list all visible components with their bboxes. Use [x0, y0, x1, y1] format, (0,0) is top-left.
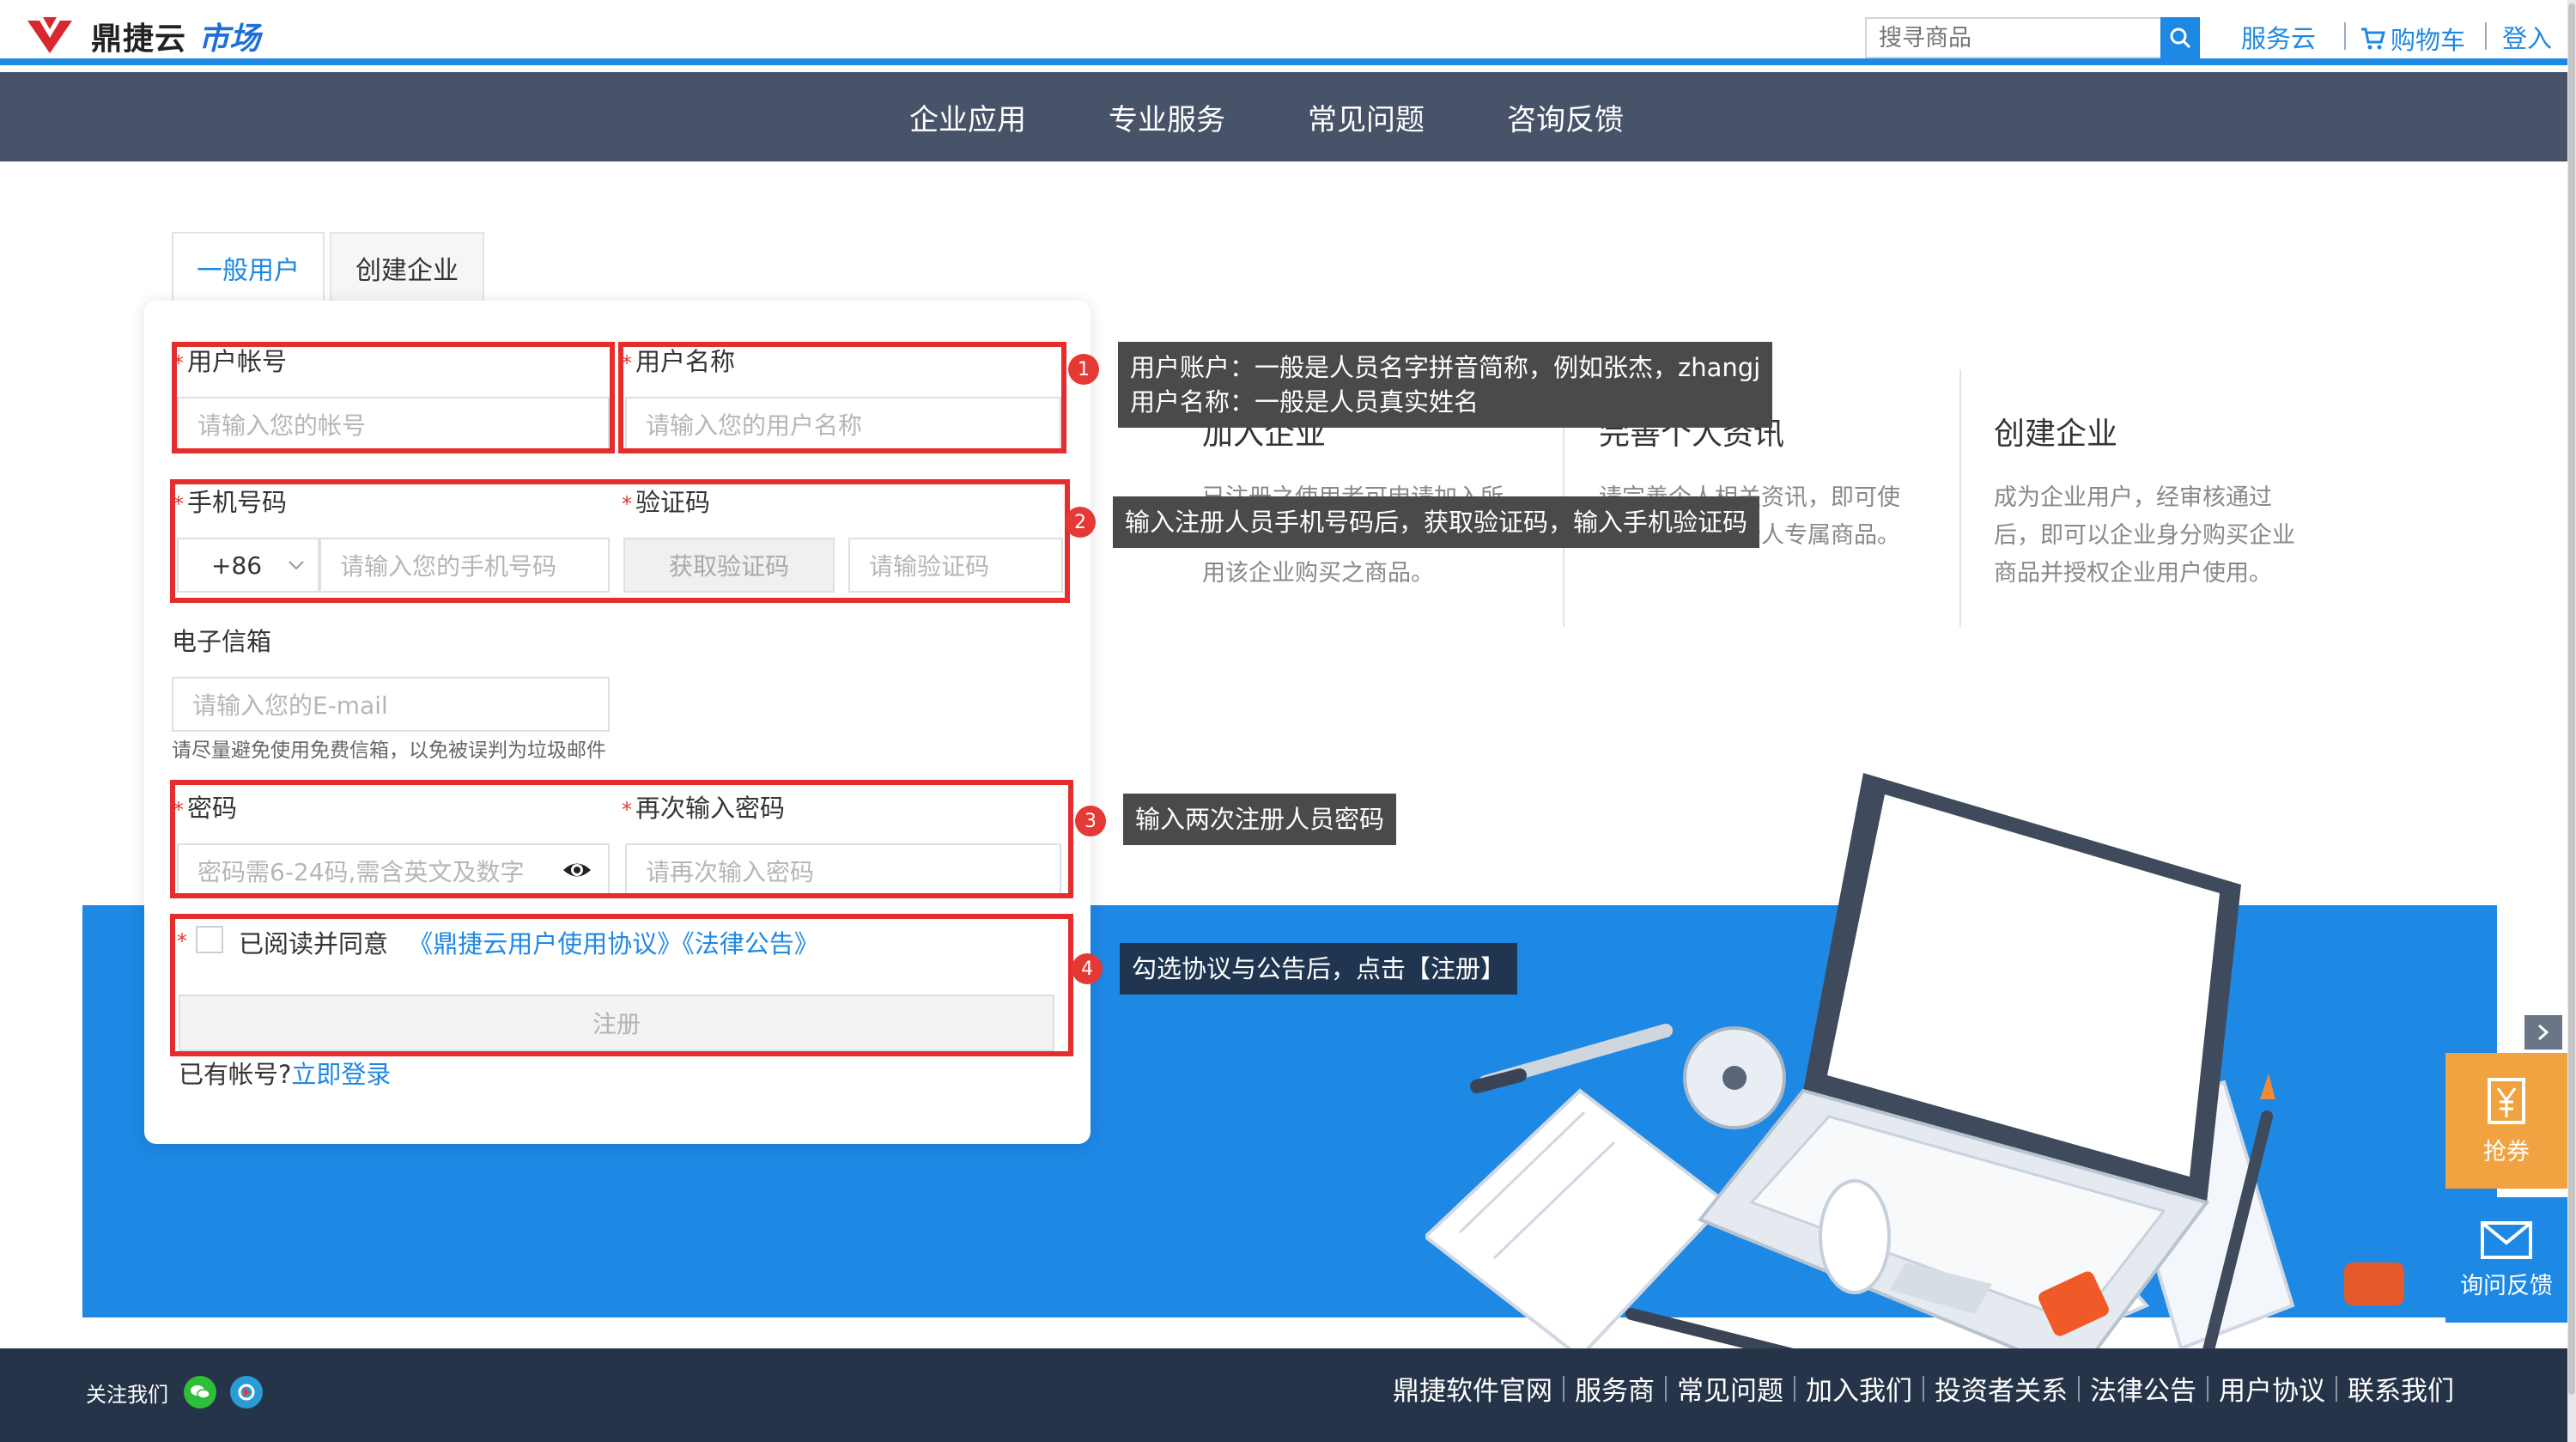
annotation-number: 1 [1068, 354, 1099, 385]
side-collapse-button[interactable] [2524, 1015, 2562, 1050]
login-now-link[interactable]: 立即登录 [291, 1060, 391, 1089]
wechat-glyph [191, 1385, 210, 1399]
logo-icon [27, 17, 72, 53]
coupon-icon [2488, 1077, 2525, 1124]
nav-item-enterprise-apps[interactable]: 企业应用 [909, 96, 1026, 138]
footer-link[interactable]: 服务商 [1564, 1369, 1665, 1408]
email-label: 电子信箱 [172, 627, 272, 656]
footer-link[interactable]: 联系我们 [2337, 1369, 2464, 1408]
weibo-icon[interactable] [230, 1376, 263, 1409]
nav-item-professional-services[interactable]: 专业服务 [1109, 96, 1225, 138]
tab-general-user[interactable]: 一般用户 [172, 232, 325, 302]
search-input[interactable] [1867, 19, 2160, 57]
highlight-box-1b [618, 342, 1066, 453]
cart-icon [2361, 27, 2385, 50]
logo[interactable]: 鼎捷云 市场 [26, 14, 260, 58]
footer-links: 鼎捷软件官网 服务商 常见问题 加入我们 投资者关系 法律公告 用户协议 联系我… [1382, 1369, 2464, 1408]
have-account-text: 已有帐号?立即登录 [179, 1060, 392, 1089]
highlight-box-3 [170, 780, 1073, 898]
chevron-right-icon [2538, 1024, 2549, 1041]
main-nav: 企业应用 专业服务 常见问题 咨询反馈 [0, 72, 2567, 161]
laptop-illustration [1425, 773, 2404, 1374]
footer-link[interactable]: 鼎捷软件官网 [1382, 1369, 1563, 1408]
footer-link[interactable]: 法律公告 [2080, 1369, 2207, 1408]
annotation-tip-4: 勾选协议与公告后，点击【注册】 [1120, 943, 1518, 995]
footer-link[interactable]: 投资者关系 [1924, 1369, 2078, 1408]
annotation-number: 4 [1072, 953, 1103, 984]
email-hint: 请尽量避免使用免费信箱，以免被误判为垃圾邮件 [172, 739, 606, 762]
annotation-tip-1: 用户账户：一般是人员名字拼音简称，例如张杰，zhangj 用户名称：一般是人员真实… [1118, 342, 1773, 428]
highlight-box-1a [172, 342, 615, 453]
follow-us-label: 关注我们 [86, 1383, 168, 1407]
annotation-tip-2: 输入注册人员手机号码后，获取验证码，输入手机验证码 [1113, 496, 1760, 548]
wechat-icon[interactable] [184, 1376, 216, 1409]
annotation-number: 3 [1075, 806, 1106, 837]
annotation-number: 2 [1065, 507, 1096, 538]
search-button[interactable] [2160, 17, 2200, 58]
highlight-box-2 [170, 479, 1070, 603]
login-link[interactable]: 登入 [2502, 19, 2552, 55]
feedback-widget[interactable]: 询问反馈 [2445, 1197, 2567, 1323]
search-field[interactable] [1865, 17, 2162, 58]
email-input[interactable]: 请输入您的E-mail [172, 677, 610, 732]
weibo-glyph [238, 1384, 255, 1401]
footer-link[interactable]: 常见问题 [1667, 1369, 1794, 1408]
divider [2344, 22, 2346, 50]
service-cloud-link[interactable]: 服务云 [2241, 19, 2316, 55]
nav-item-feedback[interactable]: 咨询反馈 [1507, 96, 1624, 138]
coupon-widget[interactable]: 抢券 [2445, 1053, 2567, 1189]
cart-link[interactable]: 购物车 [2360, 21, 2465, 57]
cart-label: 购物车 [2391, 26, 2466, 55]
create-company-body: 成为企业用户，经审核通过 后，即可以企业身分购买企业 商品并授权企业用户使用。 [1994, 484, 2295, 587]
divider [1959, 369, 1961, 627]
footer-link[interactable]: 用户协议 [2208, 1369, 2336, 1408]
coupon-label: 抢券 [2483, 1138, 2530, 1165]
annotation-tip-3: 输入两次注册人员密码 [1123, 794, 1397, 845]
feedback-label: 询问反馈 [2460, 1272, 2553, 1299]
search-icon [2170, 27, 2191, 49]
logo-text: 鼎捷云 [91, 21, 187, 57]
highlight-box-4 [170, 914, 1073, 1056]
tab-create-company[interactable]: 创建企业 [330, 232, 484, 302]
logo-market-text: 市场 [198, 21, 261, 57]
mail-icon [2481, 1220, 2532, 1259]
create-company-title: 创建企业 [1994, 417, 2118, 452]
nav-item-faq[interactable]: 常见问题 [1308, 96, 1425, 138]
scrollbar-thumb[interactable] [2568, 3, 2575, 1395]
footer-link[interactable]: 加入我们 [1795, 1369, 1923, 1408]
divider [2485, 22, 2487, 50]
